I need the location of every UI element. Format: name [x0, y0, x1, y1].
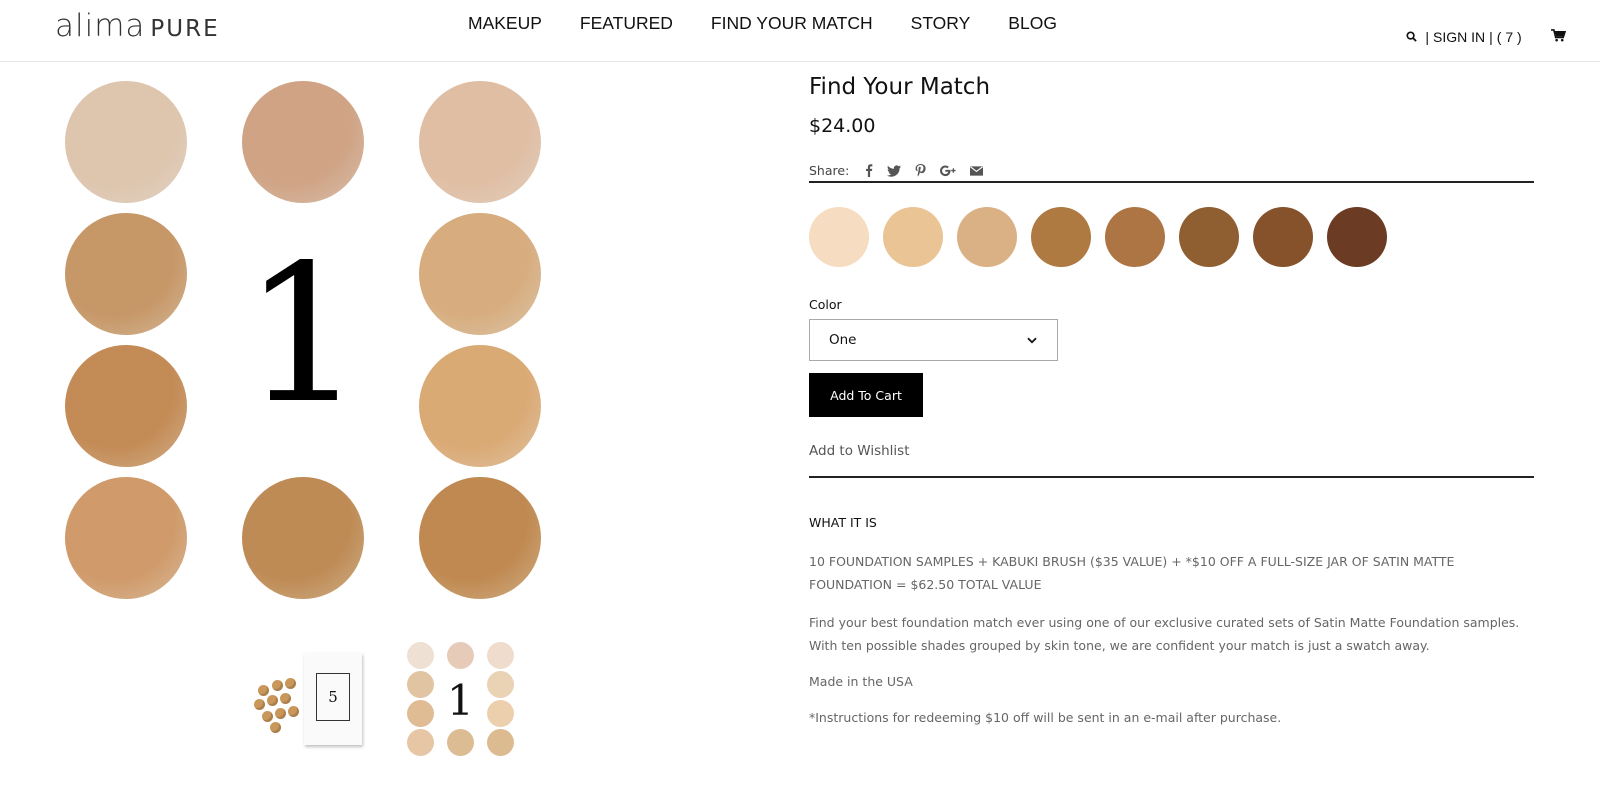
sample-jar-icon — [285, 678, 296, 689]
description-paragraph: *Instructions for redeeming $10 off will… — [809, 710, 1282, 725]
shade-sample — [419, 345, 541, 467]
nav-story[interactable]: STORY — [911, 13, 971, 34]
logo[interactable]: alima PURE — [55, 8, 220, 44]
email-icon[interactable] — [970, 165, 984, 176]
logo-brand: PURE — [150, 16, 220, 42]
shade-swatch[interactable] — [809, 207, 869, 267]
shade-swatch[interactable] — [1179, 207, 1239, 267]
shade-swatch[interactable] — [1105, 207, 1165, 267]
google-plus-icon[interactable] — [940, 164, 956, 177]
thumb-swatch — [407, 700, 434, 727]
add-to-wishlist-link[interactable]: Add to Wishlist — [809, 443, 1534, 459]
thumb-swatch — [447, 642, 474, 669]
thumb-swatch — [407, 729, 434, 756]
thumb-swatch — [487, 642, 514, 669]
shade-swatch[interactable] — [1031, 207, 1091, 267]
separator: | — [1421, 29, 1429, 45]
thumb-swatch — [407, 642, 434, 669]
share-label: Share: — [809, 163, 850, 178]
card-number: 5 — [316, 673, 350, 721]
sample-jar-icon — [262, 711, 273, 722]
facebook-icon[interactable] — [865, 164, 873, 177]
sign-in-link[interactable]: SIGN IN — [1433, 29, 1485, 45]
shade-sample — [419, 477, 541, 599]
sample-jar-icon — [258, 685, 269, 696]
chevron-down-icon — [1027, 333, 1037, 347]
twitter-icon[interactable] — [887, 164, 902, 177]
thumb-swatch — [487, 700, 514, 727]
shade-sample — [65, 477, 187, 599]
add-to-cart-button[interactable]: Add To Cart — [809, 373, 923, 417]
share-bar: Share: — [809, 163, 1534, 183]
shade-sample — [242, 81, 364, 203]
sample-jar-icon — [275, 708, 286, 719]
sample-jar-icon — [270, 722, 281, 733]
shade-swatch[interactable] — [883, 207, 943, 267]
shade-swatch[interactable] — [1327, 207, 1387, 267]
sample-card: 5 — [304, 653, 362, 745]
nav-blog[interactable]: BLOG — [1008, 13, 1057, 34]
pinterest-icon[interactable] — [915, 164, 926, 177]
thumbnail-kit[interactable]: 5 — [248, 645, 376, 755]
thumb-swatch — [487, 671, 514, 698]
sample-jar-icon — [267, 695, 278, 706]
nav-find-your-match[interactable]: FIND YOUR MATCH — [711, 13, 873, 34]
section-heading: WHAT IT IS — [809, 515, 877, 530]
color-select-value: One — [829, 332, 857, 348]
divider — [809, 476, 1534, 478]
shade-sample — [419, 81, 541, 203]
thumb-swatch — [487, 729, 514, 756]
shade-sample — [65, 213, 187, 335]
shade-sample — [242, 477, 364, 599]
color-select[interactable]: One — [809, 319, 1058, 361]
description-paragraph: 10 FOUNDATION SAMPLES + KABUKI BRUSH ($3… — [809, 554, 1455, 592]
thumb-swatch — [447, 729, 474, 756]
shade-sample — [65, 81, 187, 203]
color-label: Color — [809, 297, 842, 312]
shade-swatches — [809, 207, 1534, 267]
cart-icon[interactable] — [1528, 13, 1567, 61]
set-number: 1 — [243, 224, 364, 445]
sample-jar-icon — [254, 699, 265, 710]
thumb-number: 1 — [447, 676, 474, 725]
logo-wordmark: alima — [55, 8, 146, 44]
site-header: alima PURE MAKEUP FEATURED FIND YOUR MAT… — [0, 0, 1600, 62]
product-price: $24.00 — [809, 115, 876, 137]
cart-count[interactable]: ( 7 ) — [1497, 29, 1522, 45]
shade-swatch[interactable] — [1253, 207, 1313, 267]
shade-sample — [419, 213, 541, 335]
sample-jar-icon — [280, 693, 291, 704]
thumb-swatch — [407, 671, 434, 698]
shade-sample — [65, 345, 187, 467]
header-utilities: | SIGN IN | ( 7 ) — [1383, 13, 1567, 61]
sample-jar-icon — [288, 706, 299, 717]
description-paragraph: Find your best foundation match ever usi… — [809, 615, 1520, 653]
nav-makeup[interactable]: MAKEUP — [468, 13, 542, 34]
sample-jar-icon — [272, 680, 283, 691]
product-details: Find Your Match $24.00 Share: Color One — [809, 74, 1534, 729]
description-paragraph: Made in the USA — [809, 674, 913, 689]
thumbnail-swatches[interactable]: 1 — [405, 640, 517, 758]
main-nav: MAKEUP FEATURED FIND YOUR MATCH STORY BL… — [468, 13, 1095, 34]
product-title: Find Your Match — [809, 74, 991, 100]
shade-swatch[interactable] — [957, 207, 1017, 267]
nav-featured[interactable]: FEATURED — [580, 13, 673, 34]
search-icon[interactable] — [1383, 13, 1418, 61]
separator: | — [1489, 29, 1493, 45]
